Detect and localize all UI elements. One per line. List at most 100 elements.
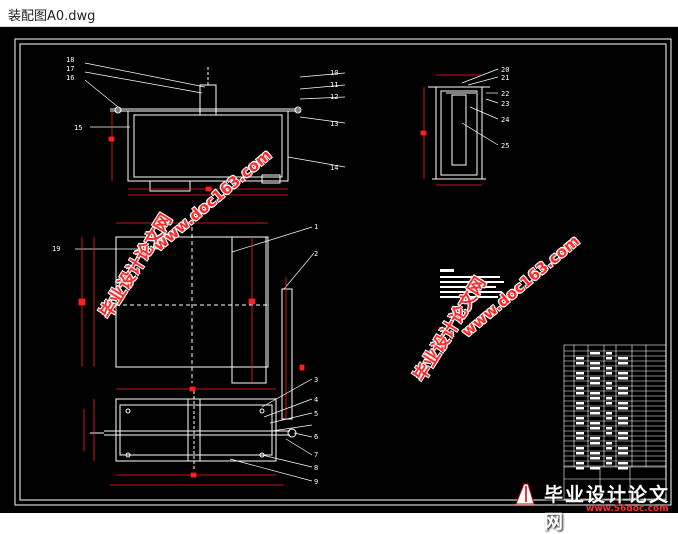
label-22: 22 — [501, 90, 509, 98]
table-cell-text — [576, 362, 584, 365]
table-cell-text — [618, 417, 628, 420]
cad-canvas[interactable]: 18 17 16 15 10 11 12 13 14 20 21 22 23 2… — [0, 27, 678, 533]
table-cell-text — [590, 427, 600, 430]
table-cell-text — [576, 447, 584, 450]
table-cell-text — [618, 377, 628, 380]
bottom-front-view — [90, 391, 297, 471]
table-cell-text — [606, 457, 612, 460]
table-cell-text — [606, 447, 612, 450]
table-cell-text — [576, 407, 584, 410]
label-1: 1 — [314, 223, 318, 231]
label-24: 24 — [501, 116, 509, 124]
table-cell-text — [606, 372, 612, 375]
table-cell-text — [618, 462, 628, 465]
top-right-leaders — [461, 68, 499, 146]
table-cell-text — [576, 372, 584, 375]
table-cell-text — [590, 362, 600, 365]
label-6: 6 — [314, 433, 318, 441]
table-cell-text — [606, 462, 612, 465]
table-cell-text — [576, 387, 584, 390]
table-cell-text — [606, 387, 612, 390]
table-cell-text — [590, 457, 600, 460]
label-10: 10 — [330, 69, 338, 77]
table-cell-text — [606, 402, 612, 405]
label-14: 14 — [330, 164, 338, 172]
label-21: 21 — [501, 74, 509, 82]
table-cell-text — [576, 357, 584, 360]
top-left-view — [110, 67, 302, 192]
table-cell-text — [618, 392, 628, 395]
table-cell-text — [590, 412, 600, 415]
bottom-dims — [83, 386, 284, 486]
table-cell-text — [590, 467, 600, 470]
table-cell-text — [590, 437, 600, 440]
table-cell-text — [576, 377, 584, 380]
label-5: 5 — [314, 410, 318, 418]
label-25: 25 — [501, 142, 509, 150]
table-cell-text — [590, 452, 600, 455]
window-titlebar: 装配图A0.dwg — [0, 0, 678, 27]
table-cell-text — [590, 382, 600, 385]
table-cell-text — [576, 452, 584, 455]
table-cell-text — [606, 432, 612, 435]
table-cell-text — [606, 352, 612, 355]
table-cell-text — [576, 432, 584, 435]
label-2: 2 — [314, 250, 318, 258]
table-cell-text — [590, 422, 600, 425]
table-cell-text — [576, 402, 584, 405]
table-cell-text — [606, 397, 612, 400]
table-cell-text — [576, 437, 584, 440]
table-cell-text — [606, 367, 612, 370]
table-cell-text — [618, 387, 628, 390]
top-right-view — [428, 86, 490, 180]
table-cell-text — [618, 447, 628, 450]
table-cell-text — [576, 392, 584, 395]
table-cell-text — [618, 362, 628, 365]
table-cell-text — [590, 442, 600, 445]
table-cell-text — [590, 407, 600, 410]
table-cell-text — [618, 432, 628, 435]
table-cell-text — [606, 417, 612, 420]
table-cell-text — [590, 377, 600, 380]
table-cell-text — [606, 427, 612, 430]
table-cell-text — [618, 372, 628, 375]
label-8: 8 — [314, 464, 318, 472]
label-13: 13 — [330, 120, 338, 128]
table-cell-text — [576, 462, 584, 465]
drawing-svg: 18 17 16 15 10 11 12 13 14 20 21 22 23 2… — [14, 38, 672, 506]
label-20: 20 — [501, 66, 509, 74]
table-cell-text — [618, 452, 628, 455]
label-7: 7 — [314, 451, 318, 459]
label-23: 23 — [501, 100, 509, 108]
window-title: 装配图A0.dwg — [8, 9, 96, 24]
table-cell-text — [590, 367, 600, 370]
label-3: 3 — [314, 376, 318, 384]
label-17: 17 — [66, 65, 74, 73]
table-cell-text — [618, 467, 628, 470]
table-cell-text — [576, 422, 584, 425]
label-19: 19 — [52, 245, 60, 253]
label-18: 18 — [66, 56, 74, 64]
label-11: 11 — [330, 81, 338, 89]
table-cell-text — [590, 392, 600, 395]
table-cell-text — [606, 442, 612, 445]
table-cell-text — [606, 357, 612, 360]
label-12: 12 — [330, 93, 338, 101]
table-cell-text — [618, 402, 628, 405]
bottom-leaders — [229, 378, 313, 482]
label-9: 9 — [314, 478, 318, 486]
table-cell-text — [576, 467, 584, 470]
logo-pen-icon — [515, 483, 535, 505]
table-cell-text — [618, 437, 628, 440]
table-cell-text — [618, 407, 628, 410]
label-15: 15 — [74, 124, 82, 132]
table-cell-text — [590, 397, 600, 400]
table-cell-text — [618, 357, 628, 360]
table-cell-text — [618, 422, 628, 425]
table-cell-text — [606, 382, 612, 385]
table-cell-text — [606, 412, 612, 415]
label-4: 4 — [314, 396, 318, 404]
label-16: 16 — [66, 74, 74, 82]
table-cell-text — [576, 417, 584, 420]
table-cell-text — [590, 352, 600, 355]
